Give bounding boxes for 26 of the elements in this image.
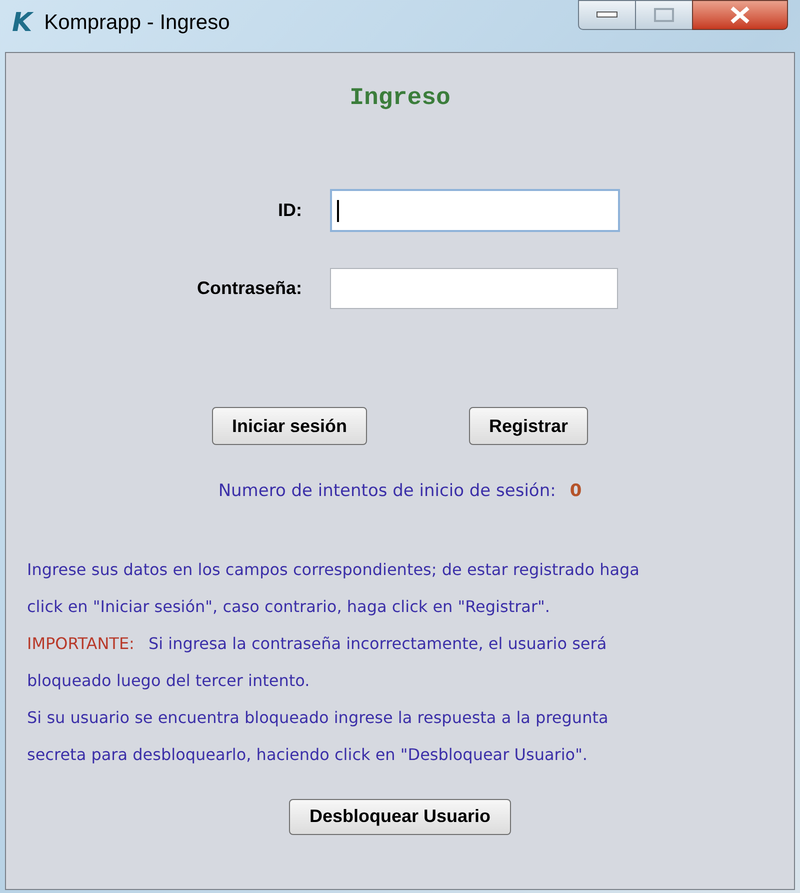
text-cursor <box>337 200 339 222</box>
info-text: Si ingresa la contraseña incorrectamente, el usuario será <box>148 632 607 654</box>
maximize-icon <box>653 7 675 23</box>
window-title: Komprapp - Ingreso <box>44 10 230 36</box>
info-text: Si su usuario se encuentra bloqueado ingrese la respuesta a la pregunta <box>27 706 608 728</box>
attempts-label: Numero de intentos de inicio de sesión: <box>218 480 556 503</box>
input-field[interactable] <box>330 189 620 232</box>
field-label: Contraseña: <box>196 277 303 300</box>
minimize-button[interactable] <box>578 0 636 30</box>
app-logo: K <box>12 10 32 36</box>
input-field[interactable] <box>330 268 618 309</box>
action-button[interactable]: Iniciar sesión <box>212 407 368 445</box>
attempts-count: 0 <box>570 480 582 503</box>
unlock-user-button[interactable]: Desbloquear Usuario <box>289 798 511 834</box>
info-text: Ingrese sus datos en los campos correspondientes; de estar registrado haga <box>27 558 640 580</box>
maximize-button[interactable] <box>636 0 692 30</box>
field-label: ID: <box>277 199 303 222</box>
info-text: click en "Iniciar sesión", caso contrario, haga click en "Registrar". <box>27 596 550 618</box>
info-text: bloqueado luego del tercer intento. <box>27 670 310 692</box>
action-button[interactable]: Registrar <box>469 407 588 445</box>
minimize-icon <box>596 11 618 19</box>
heading: Ingreso <box>350 84 450 114</box>
warning-label: IMPORTANTE: <box>27 632 134 654</box>
close-button[interactable] <box>692 0 788 30</box>
info-text: secreta para desbloquearlo, haciendo click en "Desbloquear Usuario". <box>27 744 588 766</box>
close-icon <box>729 6 751 24</box>
